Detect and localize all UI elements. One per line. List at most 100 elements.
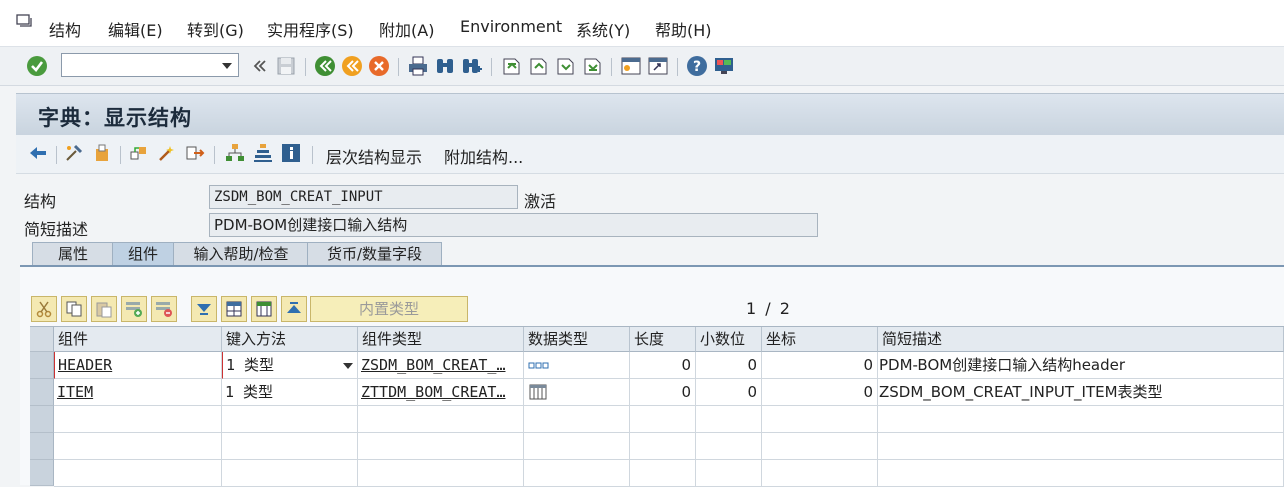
empty-cell[interactable] bbox=[358, 406, 524, 433]
empty-cell[interactable] bbox=[630, 406, 696, 433]
insert-row-button[interactable] bbox=[121, 296, 147, 322]
table-row-component-type[interactable]: ZTTDM_BOM_CREAT… bbox=[358, 379, 524, 406]
empty-cell[interactable] bbox=[878, 460, 1284, 487]
empty-cell[interactable] bbox=[54, 460, 222, 487]
hierarchy-tree-icon[interactable] bbox=[225, 143, 245, 163]
column-header-short-description[interactable]: 简短描述 bbox=[878, 327, 1284, 352]
other-object-icon[interactable] bbox=[129, 143, 149, 163]
hierarchy-display-button[interactable]: 层次结构显示 bbox=[326, 144, 422, 168]
copy-button[interactable] bbox=[61, 296, 87, 322]
tab-components[interactable]: 组件 bbox=[112, 242, 174, 267]
chevron-down-icon[interactable] bbox=[222, 63, 232, 69]
table-row-component[interactable]: ITEM bbox=[54, 379, 222, 406]
tab-currency-quantity[interactable]: 货币/数量字段 bbox=[307, 242, 442, 265]
prev-page-icon[interactable] bbox=[527, 55, 549, 77]
structure-button[interactable] bbox=[221, 296, 247, 322]
empty-cell[interactable] bbox=[696, 460, 762, 487]
navigation-icon[interactable] bbox=[185, 143, 205, 163]
empty-cell[interactable] bbox=[696, 433, 762, 460]
back-icon[interactable] bbox=[314, 55, 336, 77]
print-icon[interactable] bbox=[407, 55, 429, 77]
column-header-data-type[interactable]: 数据类型 bbox=[524, 327, 630, 352]
find-icon[interactable] bbox=[434, 55, 456, 77]
menu-environment[interactable]: Environment bbox=[460, 17, 562, 36]
menu-edit[interactable]: 编辑(E) bbox=[108, 17, 163, 41]
first-page-icon[interactable] bbox=[500, 55, 522, 77]
table-row-typing-method[interactable]: 1 类型 bbox=[222, 379, 358, 406]
empty-cell[interactable] bbox=[696, 406, 762, 433]
empty-cell[interactable] bbox=[878, 406, 1284, 433]
delete-row-button[interactable] bbox=[151, 296, 177, 322]
table-row-component[interactable]: HEADER bbox=[54, 352, 222, 379]
exit-icon[interactable] bbox=[341, 55, 363, 77]
empty-cell[interactable] bbox=[524, 433, 630, 460]
tab-input-help[interactable]: 输入帮助/检查 bbox=[173, 242, 309, 265]
row-selector[interactable] bbox=[30, 352, 54, 379]
table-row-typing-method[interactable]: 1 类型 bbox=[222, 352, 358, 379]
empty-cell[interactable] bbox=[358, 433, 524, 460]
where-used-icon[interactable] bbox=[157, 143, 177, 163]
table-row-short-description[interactable]: PDM-BOM创建接口输入结构header bbox=[878, 352, 1284, 379]
column-header-coordinate[interactable]: 坐标 bbox=[762, 327, 878, 352]
menu-utilities[interactable]: 实用程序(S) bbox=[267, 17, 354, 41]
append-structure-button[interactable]: 附加结构... bbox=[444, 144, 523, 168]
row-selector[interactable] bbox=[30, 433, 54, 460]
structure-name-field[interactable]: ZSDM_BOM_CREAT_INPUT bbox=[209, 185, 518, 209]
column-header-component[interactable]: 组件 bbox=[54, 327, 222, 352]
new-session-icon[interactable] bbox=[620, 55, 642, 77]
table-row-decimals[interactable]: 0 bbox=[696, 379, 762, 406]
layout-icon[interactable] bbox=[713, 55, 735, 77]
empty-cell[interactable] bbox=[630, 433, 696, 460]
empty-cell[interactable] bbox=[762, 460, 878, 487]
table-row-decimals[interactable]: 0 bbox=[696, 352, 762, 379]
tab-attributes[interactable]: 属性 bbox=[32, 242, 114, 265]
table-type-button[interactable] bbox=[251, 296, 277, 322]
empty-cell[interactable] bbox=[524, 460, 630, 487]
menu-system[interactable]: 系统(Y) bbox=[576, 17, 630, 41]
paste-button[interactable] bbox=[91, 296, 117, 322]
empty-cell[interactable] bbox=[54, 433, 222, 460]
empty-cell[interactable] bbox=[222, 460, 358, 487]
row-selector[interactable] bbox=[30, 379, 54, 406]
empty-cell[interactable] bbox=[878, 433, 1284, 460]
save-icon[interactable] bbox=[275, 55, 297, 77]
empty-cell[interactable] bbox=[222, 406, 358, 433]
display-change-icon[interactable] bbox=[64, 143, 84, 163]
cancel-icon[interactable] bbox=[368, 55, 390, 77]
next-page-icon[interactable] bbox=[554, 55, 576, 77]
enter-icon[interactable] bbox=[26, 55, 48, 77]
column-header-decimals[interactable]: 小数位 bbox=[696, 327, 762, 352]
menu-help[interactable]: 帮助(H) bbox=[655, 17, 712, 41]
menu-goto[interactable]: 转到(G) bbox=[187, 17, 244, 41]
help-icon[interactable]: ? bbox=[686, 55, 708, 77]
table-row-short-description[interactable]: ZSDM_BOM_CREAT_INPUT_ITEM表类型 bbox=[878, 379, 1284, 406]
menu-structure[interactable]: 结构 bbox=[49, 17, 81, 41]
find-next-icon[interactable] bbox=[461, 55, 483, 77]
table-row-coordinate[interactable]: 0 bbox=[762, 379, 878, 406]
short-description-field[interactable]: PDM-BOM创建接口输入结构 bbox=[209, 213, 818, 237]
table-row-data-type[interactable] bbox=[524, 352, 630, 379]
row-selector[interactable] bbox=[30, 460, 54, 486]
empty-cell[interactable] bbox=[54, 406, 222, 433]
active-inactive-icon[interactable] bbox=[92, 143, 112, 163]
empty-cell[interactable] bbox=[222, 433, 358, 460]
empty-cell[interactable] bbox=[358, 460, 524, 487]
menu-extras[interactable]: 附加(A) bbox=[379, 17, 434, 41]
empty-cell[interactable] bbox=[524, 406, 630, 433]
table-row-component-type[interactable]: ZSDM_BOM_CREAT_… bbox=[358, 352, 524, 379]
collapse-button[interactable] bbox=[281, 296, 307, 322]
row-selector[interactable] bbox=[30, 406, 54, 433]
select-all-cell[interactable] bbox=[30, 327, 54, 352]
table-row-coordinate[interactable]: 0 bbox=[762, 352, 878, 379]
cut-button[interactable] bbox=[31, 296, 57, 322]
column-header-component-type[interactable]: 组件类型 bbox=[358, 327, 524, 352]
builtin-type-button[interactable]: 内置类型 bbox=[310, 296, 468, 322]
empty-cell[interactable] bbox=[762, 406, 878, 433]
info-icon[interactable] bbox=[281, 143, 301, 163]
arrow-left-icon[interactable] bbox=[28, 143, 48, 163]
expand-button[interactable] bbox=[191, 296, 217, 322]
empty-cell[interactable] bbox=[630, 460, 696, 487]
table-row-data-type[interactable] bbox=[524, 379, 630, 406]
empty-cell[interactable] bbox=[762, 433, 878, 460]
table-row-length[interactable]: 0 bbox=[630, 352, 696, 379]
